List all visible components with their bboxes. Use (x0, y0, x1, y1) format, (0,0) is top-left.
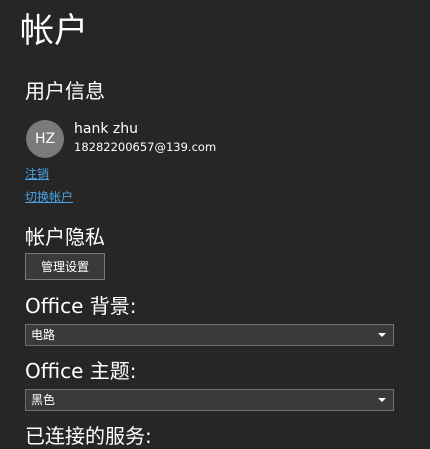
avatar-initials: HZ (34, 131, 56, 147)
user-info-heading: 用户信息 (25, 79, 105, 103)
page-title: 帐户 (20, 11, 88, 51)
avatar[interactable]: HZ (26, 120, 64, 158)
connected-services-heading: 已连接的服务: (25, 424, 152, 448)
switch-account-link[interactable]: 切换帐户 (25, 189, 73, 205)
office-background-select[interactable]: 电路 (25, 324, 394, 346)
office-theme-select[interactable]: 黑色 (25, 389, 394, 411)
chevron-down-icon (378, 333, 386, 337)
user-email: 18282200657@139.com (74, 140, 217, 154)
user-name: hank zhu (74, 121, 138, 137)
office-theme-heading: Office 主题: (25, 359, 137, 383)
office-background-heading: Office 背景: (25, 294, 137, 318)
office-theme-value: 黑色 (31, 393, 56, 407)
account-privacy-heading: 帐户隐私 (25, 225, 105, 249)
manage-settings-button[interactable]: 管理设置 (25, 253, 105, 280)
office-background-value: 电路 (31, 328, 56, 342)
sign-out-link[interactable]: 注销 (25, 166, 49, 182)
chevron-down-icon (378, 398, 386, 402)
